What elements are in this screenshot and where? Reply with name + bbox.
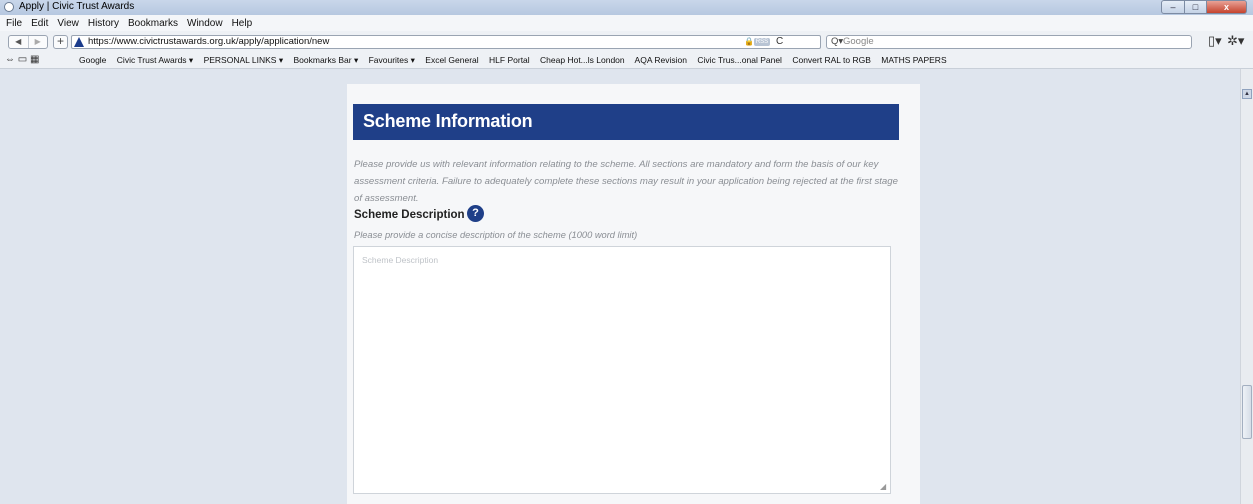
bookmark-item[interactable]: Favourites ▾ [369,55,415,65]
section-header: Scheme Information [353,104,899,140]
site-favicon-icon [74,37,84,47]
help-question-icon[interactable]: ? [467,205,484,222]
bookmark-item[interactable]: Bookmarks Bar ▾ [293,55,358,65]
bookmark-item[interactable]: PERSONAL LINKS ▾ [204,55,284,65]
window-controls: – □ x [1161,0,1247,14]
search-bar[interactable]: Q▾ Google [826,35,1192,49]
navigation-toolbar: ◀ ▶ + https://www.civictrustawards.org.u… [0,31,1253,53]
menu-help[interactable]: Help [232,18,253,29]
menu-bookmarks[interactable]: Bookmarks [128,18,178,29]
menu-file[interactable]: File [6,18,22,29]
resize-grip-icon[interactable]: ◢ [880,482,886,491]
minimize-button[interactable]: – [1161,0,1185,14]
scheme-description-textarea[interactable] [353,246,891,494]
menu-bar: File Edit View History Bookmarks Window … [0,15,1253,31]
address-bar[interactable]: https://www.civictrustawards.org.uk/appl… [71,35,821,49]
scroll-up-arrow-icon[interactable]: ▲ [1242,89,1252,99]
viewport-left-edge [0,69,10,504]
page-menu-icon[interactable]: ▯▾ [1208,34,1222,48]
bookmark-tools-icon[interactable]: ⇔ ▭ ▦ [5,54,39,65]
scheme-description-hint: Please provide a concise description of … [354,230,638,240]
lock-icon: 🔒 [744,37,754,46]
search-icon[interactable]: Q▾ [831,36,843,48]
section-header-title: Scheme Information [363,111,533,131]
bookmark-item[interactable]: HLF Portal [489,55,530,65]
menu-history[interactable]: History [88,18,119,29]
title-bar: Apply | Civic Trust Awards – □ x [0,0,1253,15]
page-viewport: Scheme Information Please provide us wit… [10,69,1240,504]
address-url[interactable]: https://www.civictrustawards.org.uk/appl… [88,36,329,48]
bookmarks-list: Google Civic Trust Awards ▾ PERSONAL LIN… [79,55,955,66]
bookmark-item[interactable]: MATHS PAPERS [881,55,946,65]
bookmark-item[interactable]: Excel General [425,55,478,65]
back-button[interactable]: ◀ [9,36,28,48]
search-placeholder: Google [843,36,874,47]
menu-edit[interactable]: Edit [31,18,48,29]
bookmark-item[interactable]: Civic Trus...onal Panel [697,55,782,65]
bookmark-item[interactable]: AQA Revision [635,55,687,65]
vertical-scrollbar[interactable]: ▲ [1240,69,1253,504]
form-panel: Scheme Information Please provide us wit… [347,84,920,504]
window-title: Apply | Civic Trust Awards [19,1,135,12]
browser-app-icon [4,2,14,12]
menu-view[interactable]: View [57,18,79,29]
add-bookmark-button[interactable]: + [53,35,68,49]
intro-text: Please provide us with relevant informat… [354,159,898,204]
bookmarks-bar: ⇔ ▭ ▦ Google Civic Trust Awards ▾ PERSON… [0,53,1253,69]
scheme-description-label: Scheme Description [354,209,465,221]
rss-icon[interactable]: RSS [754,38,770,46]
maximize-button[interactable]: □ [1185,0,1207,14]
bookmark-item[interactable]: Convert RAL to RGB [792,55,871,65]
bookmark-item[interactable]: Google [79,55,106,65]
close-button[interactable]: x [1207,0,1247,14]
forward-button[interactable]: ▶ [27,36,48,48]
scrollbar-thumb[interactable] [1242,385,1252,439]
menu-window[interactable]: Window [187,18,223,29]
settings-gear-icon[interactable]: ✲▾ [1227,34,1244,48]
bookmark-item[interactable]: Cheap Hot...ls London [540,55,625,65]
browser-window: Apply | Civic Trust Awards – □ x File Ed… [0,0,1253,504]
back-forward-buttons: ◀ ▶ [8,35,48,49]
reload-icon[interactable]: C [776,36,783,48]
bookmark-item[interactable]: Civic Trust Awards ▾ [117,55,193,65]
